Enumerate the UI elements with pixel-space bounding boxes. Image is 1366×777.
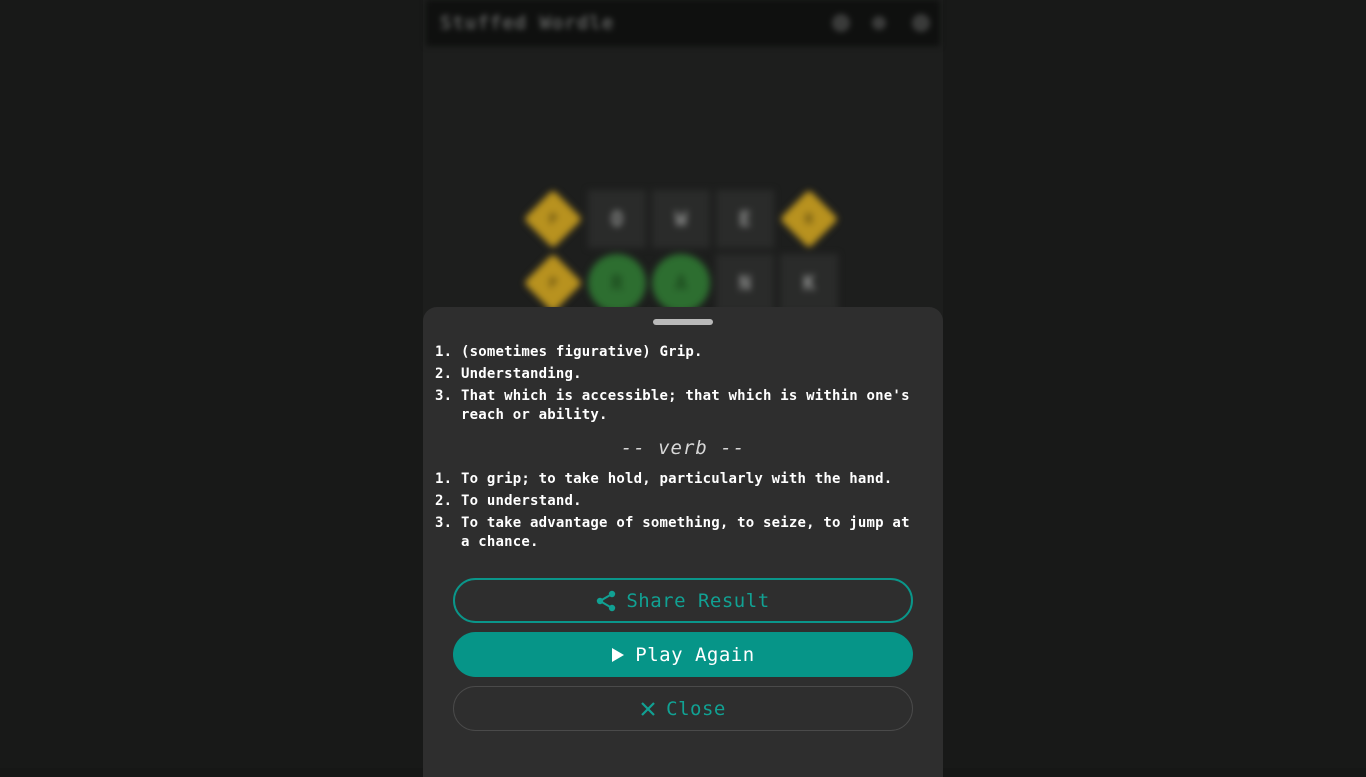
board-tile: O bbox=[588, 190, 646, 248]
game-board: P O W E R P R A N K bbox=[522, 188, 852, 318]
definition-text: To understand. bbox=[461, 493, 582, 509]
share-result-label: Share Result bbox=[626, 589, 770, 612]
definition-number: 2. bbox=[435, 493, 453, 509]
definition-number: 2. bbox=[435, 366, 453, 382]
settings-icon[interactable] bbox=[912, 14, 930, 32]
definition-text: (sometimes figurative) Grip. bbox=[461, 344, 703, 360]
part-of-speech-heading: -- verb -- bbox=[620, 437, 746, 459]
close-label: Close bbox=[666, 697, 726, 720]
play-again-button[interactable]: Play Again bbox=[453, 632, 913, 677]
result-bottom-sheet: 1. (sometimes figurative) Grip. 2. Under… bbox=[423, 307, 943, 777]
definition-item: 1. To grip; to take hold, particularly w… bbox=[435, 470, 925, 489]
definition-item: 3. That which is accessible; that which … bbox=[435, 387, 925, 425]
definition-item: 2. To understand. bbox=[435, 492, 925, 511]
close-icon bbox=[640, 701, 656, 717]
stats-icon[interactable] bbox=[872, 16, 886, 30]
help-icon[interactable] bbox=[832, 14, 850, 32]
board-row: P O W E R bbox=[522, 189, 852, 250]
definition-item: 3. To take advantage of something, to se… bbox=[435, 514, 925, 552]
share-icon bbox=[596, 590, 616, 612]
play-again-label: Play Again bbox=[635, 643, 755, 666]
sheet-drag-handle[interactable] bbox=[653, 319, 713, 325]
board-tile: W bbox=[652, 190, 710, 248]
board-tile: P bbox=[523, 253, 583, 313]
definition-item: 2. Understanding. bbox=[435, 365, 925, 384]
board-tile: R bbox=[588, 254, 646, 312]
app-title: Stuffed Wordle bbox=[440, 12, 615, 34]
board-tile: E bbox=[716, 190, 774, 248]
play-icon bbox=[611, 647, 625, 663]
definition-number: 3. bbox=[435, 388, 453, 404]
definition-number: 1. bbox=[435, 471, 453, 487]
noun-definition-list: 1. (sometimes figurative) Grip. 2. Under… bbox=[435, 343, 925, 428]
definition-text: Understanding. bbox=[461, 366, 582, 382]
close-button[interactable]: Close bbox=[453, 686, 913, 731]
definition-item: 1. (sometimes figurative) Grip. bbox=[435, 343, 925, 362]
board-tile: N bbox=[716, 254, 774, 312]
board-tile: K bbox=[780, 254, 838, 312]
board-row: P R A N K bbox=[522, 253, 852, 314]
definition-number: 3. bbox=[435, 515, 453, 531]
board-tile: A bbox=[652, 254, 710, 312]
share-result-button[interactable]: Share Result bbox=[453, 578, 913, 623]
board-tile: P bbox=[523, 189, 583, 249]
definition-number: 1. bbox=[435, 344, 453, 360]
board-tile: R bbox=[779, 189, 839, 249]
definition-text: That which is accessible; that which is … bbox=[461, 388, 910, 423]
verb-definition-list: 1. To grip; to take hold, particularly w… bbox=[435, 470, 925, 555]
definition-text: To take advantage of something, to seize… bbox=[461, 515, 910, 550]
app-header: Stuffed Wordle bbox=[426, 0, 940, 46]
definition-text: To grip; to take hold, particularly with… bbox=[461, 471, 893, 487]
